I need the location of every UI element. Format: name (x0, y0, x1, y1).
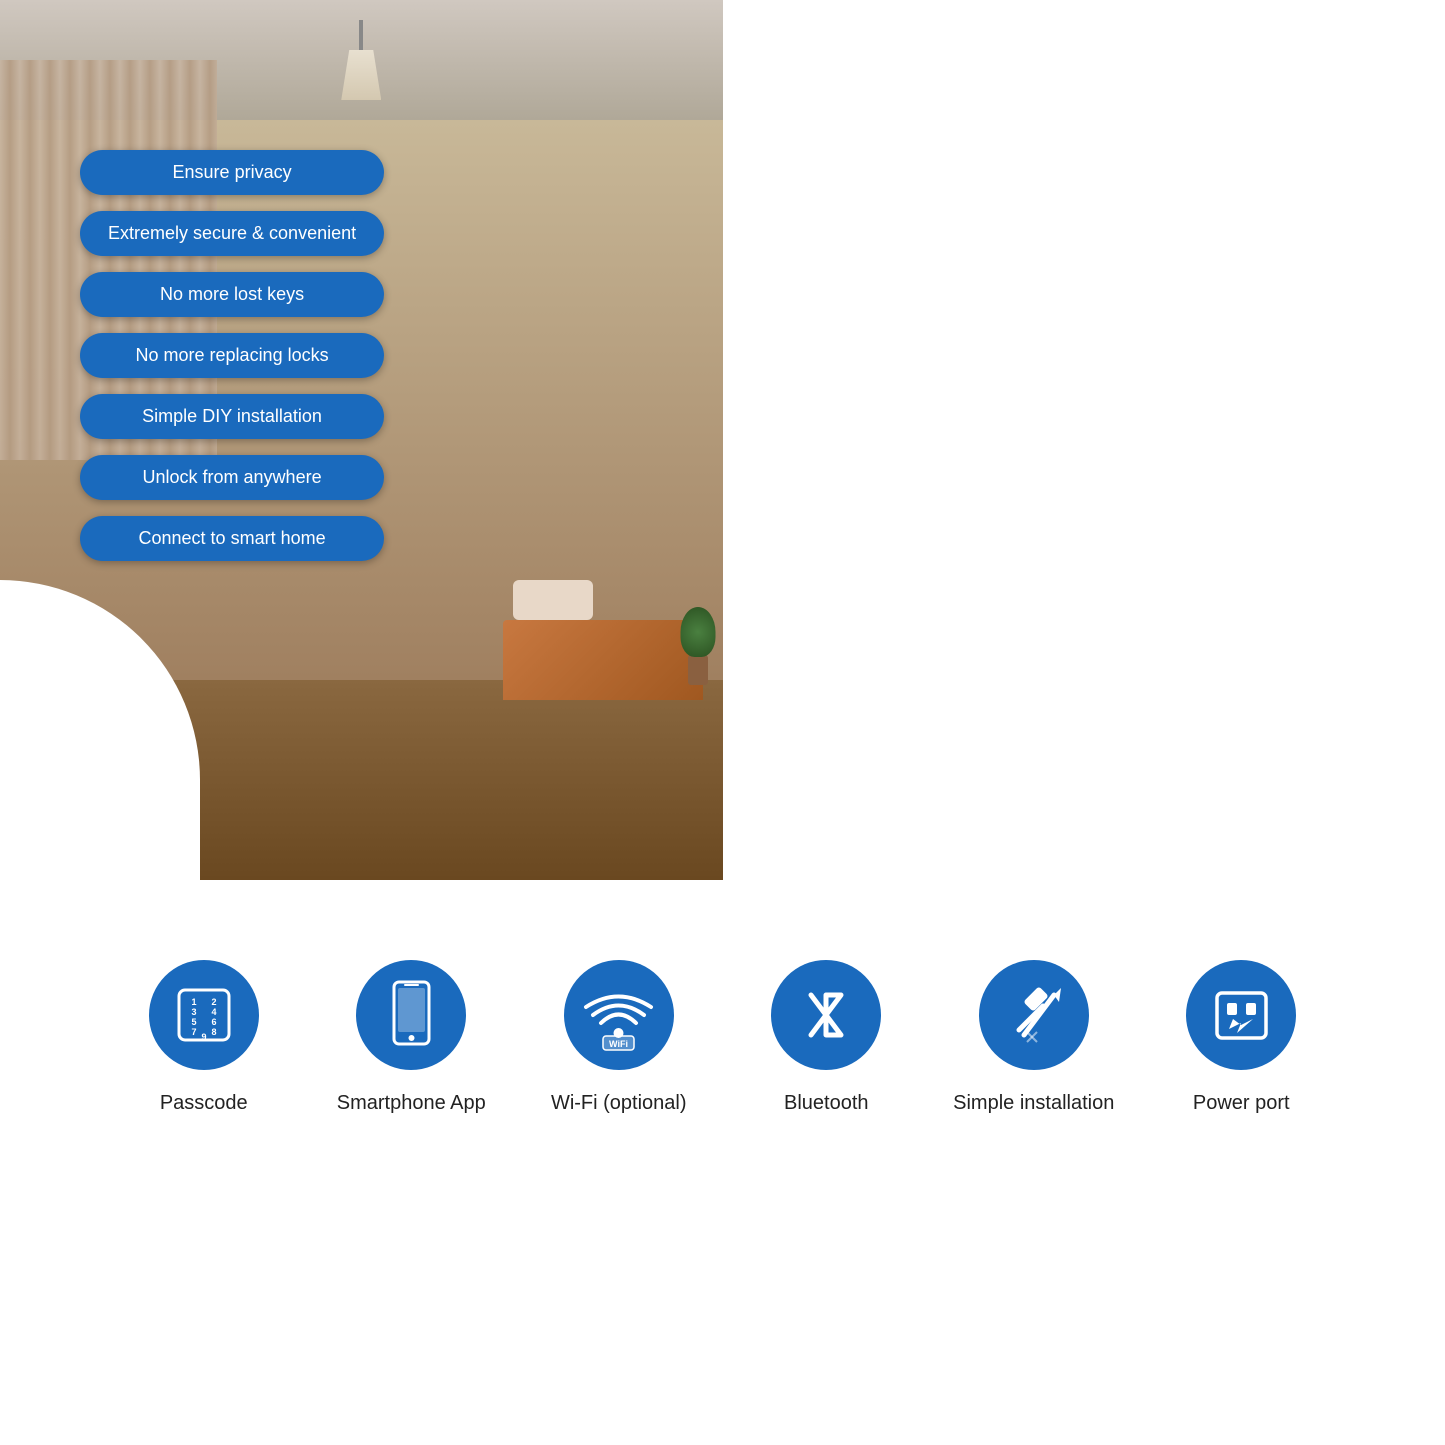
feature-smartphone: Smartphone App (321, 960, 501, 1116)
svg-text:3: 3 (191, 1007, 196, 1017)
svg-text:7: 7 (191, 1027, 196, 1037)
svg-text:8: 8 (211, 1027, 216, 1037)
svg-text:2: 2 (211, 997, 216, 1007)
room-lamp (331, 20, 391, 100)
bottom-features-section: 1 2 3 4 5 6 7 8 9 Passcode (0, 880, 1445, 1176)
bluetooth-icon (796, 980, 856, 1050)
smartphone-label: Smartphone App (337, 1090, 486, 1116)
feature-bluetooth: Bluetooth (736, 960, 916, 1116)
room-plant (678, 605, 718, 685)
power-icon-circle (1186, 960, 1296, 1070)
bluetooth-label: Bluetooth (784, 1090, 869, 1116)
passcode-label: Passcode (160, 1090, 248, 1116)
svg-text:4: 4 (211, 1007, 216, 1017)
installation-label: Simple installation (953, 1090, 1114, 1116)
bluetooth-icon-circle (771, 960, 881, 1070)
room-bed (503, 580, 703, 700)
svg-text:WiFi: WiFi (609, 1039, 628, 1049)
smartphone-icon (384, 980, 439, 1050)
feature-pills-container: Ensure privacy Extremely secure & conven… (80, 150, 384, 561)
feature-passcode: 1 2 3 4 5 6 7 8 9 Passcode (114, 960, 294, 1116)
hero-section: Ensure privacy Extremely secure & conven… (0, 0, 1445, 880)
wifi-icon-circle: WiFi (564, 960, 674, 1070)
pill-privacy: Ensure privacy (80, 150, 384, 195)
svg-text:5: 5 (191, 1017, 196, 1027)
pill-secure: Extremely secure & convenient (80, 211, 384, 256)
passcode-icon: 1 2 3 4 5 6 7 8 9 (174, 985, 234, 1045)
pill-smart-home: Connect to smart home (80, 516, 384, 561)
power-label: Power port (1193, 1090, 1290, 1116)
wifi-icon: WiFi (581, 978, 656, 1053)
pill-lost-keys: No more lost keys (80, 272, 384, 317)
pill-replacing: No more replacing locks (80, 333, 384, 378)
tools-icon (999, 980, 1069, 1050)
feature-installation: Simple installation (944, 960, 1124, 1116)
tools-icon-circle (979, 960, 1089, 1070)
smartphone-icon-circle (356, 960, 466, 1070)
pill-anywhere: Unlock from anywhere (80, 455, 384, 500)
power-icon (1209, 983, 1274, 1048)
passcode-icon-circle: 1 2 3 4 5 6 7 8 9 (149, 960, 259, 1070)
pill-diy: Simple DIY installation (80, 394, 384, 439)
svg-text:6: 6 (211, 1017, 216, 1027)
svg-text:1: 1 (191, 997, 196, 1007)
hero-room-bg: Ensure privacy Extremely secure & conven… (0, 0, 723, 880)
feature-power: Power port (1151, 960, 1331, 1116)
wifi-label: Wi-Fi (optional) (551, 1090, 687, 1116)
feature-wifi: WiFi Wi-Fi (optional) (529, 960, 709, 1116)
svg-text:9: 9 (201, 1032, 206, 1042)
